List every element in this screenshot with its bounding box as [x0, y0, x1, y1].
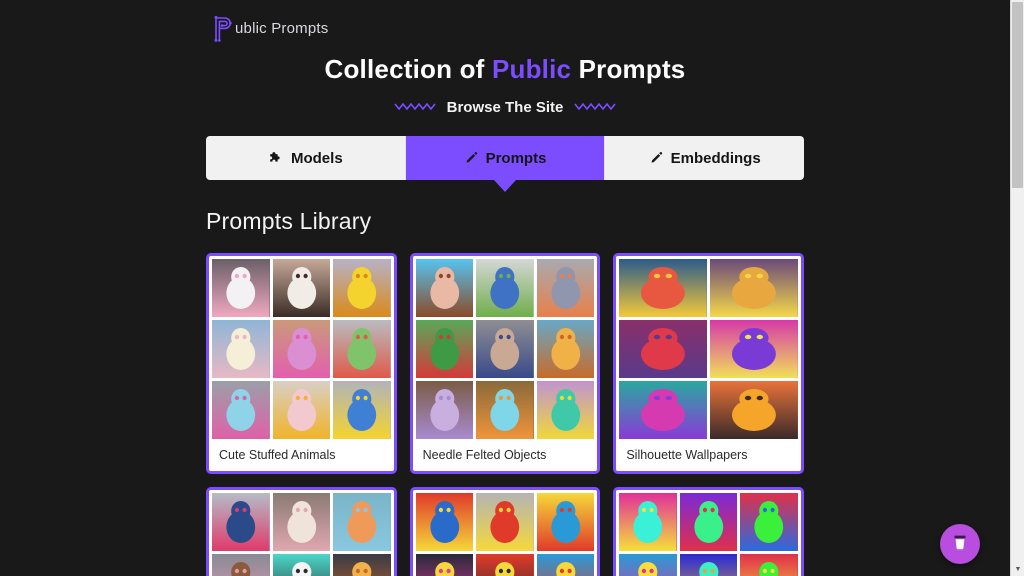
prompt-thumbnail [333, 259, 391, 317]
prompt-thumbnail [536, 493, 595, 551]
tab-embeddings-label: Embeddings [670, 149, 761, 167]
prompt-thumbnail [333, 381, 391, 439]
prompt-card-grid: Cute Stuffed Animals Needle Felted Object… [206, 253, 804, 576]
prompt-thumbnail [476, 259, 534, 317]
prompt-thumbnail [476, 381, 534, 439]
prompt-thumbnail [272, 381, 331, 439]
prompt-card[interactable]: Cute Stuffed Animals [206, 253, 397, 474]
prompt-thumbnail [415, 554, 474, 576]
prompt-thumbnail [710, 320, 798, 378]
prompt-thumbnail [476, 493, 534, 551]
site-header: ublic Prompts [0, 0, 1010, 46]
prompt-thumbnail [333, 493, 391, 551]
page-root: ublic Prompts Collection of Public Promp… [0, 0, 1010, 576]
prompts-library-section: Prompts Library Cute Stuffed Animals Need… [206, 180, 804, 576]
prompt-card-thumbnail-grid [212, 259, 391, 439]
prompt-thumbnail [619, 381, 708, 439]
prompt-thumbnail [536, 259, 595, 317]
prompt-thumbnail [619, 554, 677, 576]
prompt-thumbnail [740, 493, 798, 551]
prompt-card-thumbnail-grid [619, 493, 798, 576]
prompt-card-thumbnail-grid [415, 493, 595, 576]
prompt-thumbnail [679, 493, 738, 551]
prompt-card[interactable]: Needle Felted Objects [409, 253, 601, 474]
prompt-thumbnail [333, 554, 391, 576]
page-title-before: Collection of [324, 54, 492, 84]
prompt-thumbnail [619, 493, 677, 551]
tab-models[interactable]: Models [206, 136, 406, 180]
zigzag-decoration-right [574, 99, 616, 116]
prompt-thumbnail [415, 320, 474, 378]
browse-subtitle-row: Browse The Site [0, 99, 1010, 116]
pencil-icon [464, 151, 478, 165]
page-title-after: Prompts [571, 54, 686, 84]
prompt-thumbnail [272, 259, 331, 317]
prompt-thumbnail [619, 320, 708, 378]
zigzag-decoration-left [394, 99, 436, 116]
prompt-thumbnail [212, 493, 270, 551]
tab-prompts-label: Prompts [485, 149, 547, 167]
prompt-thumbnail [212, 320, 270, 378]
prompt-thumbnail [272, 320, 331, 378]
prompt-thumbnail [710, 259, 798, 317]
prompt-thumbnail [679, 554, 738, 576]
prompt-card-title: Needle Felted Objects [415, 439, 595, 471]
prompt-thumbnail [212, 381, 270, 439]
prompt-thumbnail [415, 493, 474, 551]
tab-embeddings[interactable]: Embeddings [605, 136, 804, 180]
coffee-cup-icon [950, 532, 970, 557]
hero-section: Collection of Public Prompts Browse The … [0, 54, 1010, 116]
puzzle-piece-icon [268, 151, 283, 166]
prompt-thumbnail [272, 554, 331, 576]
prompt-card[interactable]: Silhouette Wallpapers [613, 253, 804, 474]
browse-subtitle-text: Browse The Site [446, 99, 564, 116]
active-tab-caret [494, 180, 516, 192]
prompt-thumbnail [415, 259, 474, 317]
prompt-thumbnail [415, 381, 474, 439]
pencil-icon [649, 151, 663, 165]
prompt-card[interactable] [206, 487, 397, 576]
page-title-accent: Public [491, 54, 572, 84]
prompt-card-thumbnail-grid [212, 493, 391, 576]
prompt-thumbnail [536, 320, 595, 378]
prompt-thumbnail [476, 554, 534, 576]
prompt-card-thumbnail-grid [415, 259, 595, 439]
tab-models-label: Models [290, 149, 343, 167]
page-title: Collection of Public Prompts [0, 54, 1010, 85]
prompt-card-thumbnail-grid [619, 259, 798, 439]
prompt-thumbnail [536, 554, 595, 576]
tab-prompts[interactable]: Prompts [405, 136, 606, 180]
browse-tabs: Models Prompts Embeddings [206, 136, 804, 180]
library-heading: Prompts Library [206, 208, 372, 234]
vertical-scrollbar[interactable]: ▲ ▼ [1010, 0, 1024, 576]
prompt-thumbnail [619, 259, 708, 317]
prompt-thumbnail [740, 554, 798, 576]
prompt-thumbnail [272, 493, 331, 551]
prompt-thumbnail [536, 381, 595, 439]
buy-me-a-coffee-button[interactable] [940, 524, 980, 564]
public-prompts-logo-icon[interactable] [210, 13, 236, 43]
prompt-thumbnail [212, 554, 270, 576]
prompt-thumbnail [333, 320, 391, 378]
site-logo-text: ublic Prompts [235, 19, 329, 37]
scrollbar-thumb[interactable] [1012, 2, 1023, 188]
prompt-card-title: Cute Stuffed Animals [212, 439, 391, 471]
prompt-card[interactable] [613, 487, 804, 576]
prompt-card-title: Silhouette Wallpapers [619, 439, 798, 471]
scrollbar-down-arrow[interactable]: ▼ [1011, 562, 1024, 576]
browse-tabs-wrapper: Models Prompts Embeddings [206, 136, 804, 192]
prompt-card[interactable] [409, 487, 601, 576]
prompt-thumbnail [212, 259, 270, 317]
prompt-thumbnail [476, 320, 534, 378]
prompt-thumbnail [710, 381, 798, 439]
